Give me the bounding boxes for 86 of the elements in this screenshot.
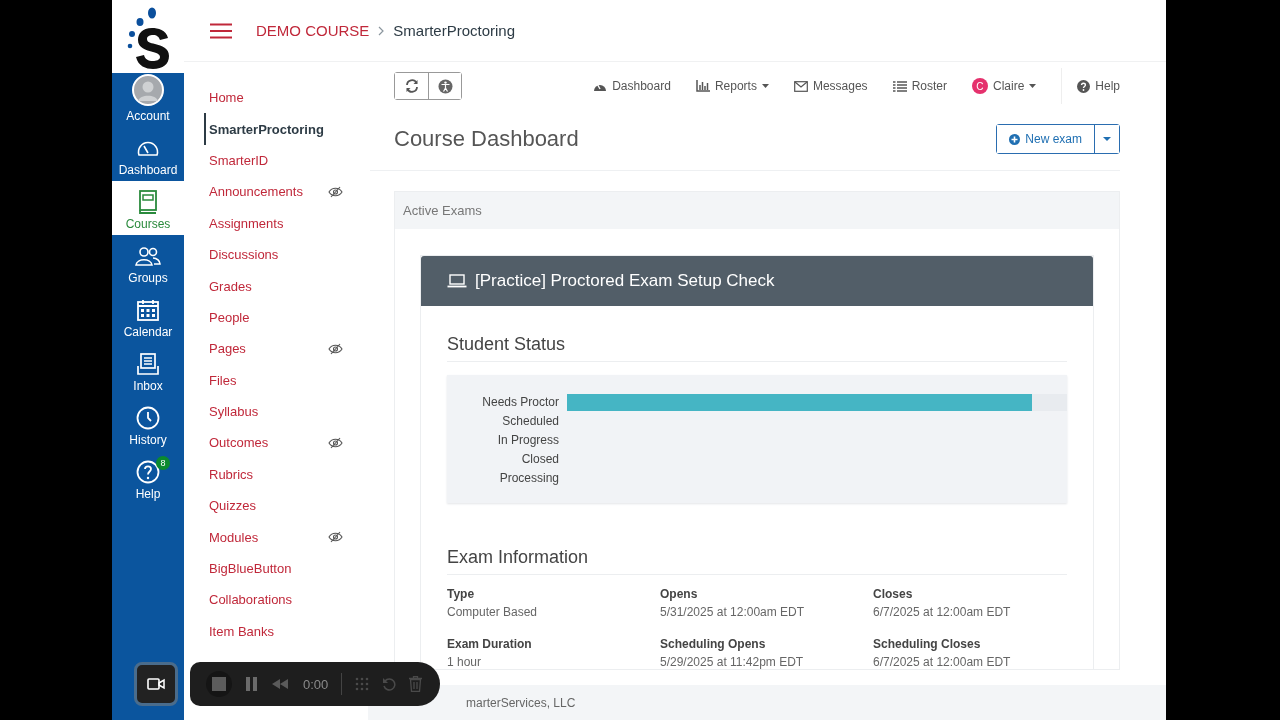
course-nav-link[interactable]: SmarterID <box>204 144 370 177</box>
course-nav-link[interactable]: Outcomes <box>204 427 370 459</box>
info-label: Scheduling Opens <box>660 637 767 651</box>
course-nav-link[interactable]: Announcements <box>204 176 370 208</box>
course-nav-link[interactable]: SmarterProctoring <box>204 113 370 145</box>
info-value: 6/7/2025 at 12:00am EDT <box>873 655 1012 669</box>
global-nav-item[interactable]: 8 Help <box>112 451 184 505</box>
course-nav-link[interactable]: Collaborations <box>204 584 370 616</box>
section-heading: Exam Information <box>447 547 1067 575</box>
info-value: Computer Based <box>447 605 539 619</box>
panel-title: Active Exams <box>403 203 482 218</box>
course-nav-link[interactable]: People <box>204 301 370 334</box>
accessibility-button[interactable] <box>428 73 461 99</box>
nav-link[interactable]: C Claire <box>971 78 1037 94</box>
nav-link[interactable]: Reports <box>695 79 769 93</box>
global-nav-item[interactable]: History <box>112 397 184 451</box>
course-nav-link[interactable]: BigBlueButton <box>204 552 370 585</box>
course-nav-link[interactable]: Syllabus <box>204 395 370 428</box>
envelope-icon <box>793 80 808 92</box>
course-nav-link[interactable]: Modules <box>204 521 370 553</box>
course-nav-link[interactable]: Assignments <box>204 207 370 239</box>
clock-icon <box>136 406 160 430</box>
global-nav-item[interactable]: Inbox <box>112 343 184 397</box>
book-icon <box>138 190 158 214</box>
global-nav-item[interactable]: Account <box>112 73 184 127</box>
section-heading: Student Status <box>447 334 1067 362</box>
dropdown-button[interactable] <box>1094 125 1119 153</box>
course-nav-link[interactable]: Item Banks <box>204 615 370 648</box>
status-label: Processing <box>498 470 559 485</box>
course-nav-link[interactable]: Files <box>204 364 370 396</box>
nav-link[interactable]: Help <box>1077 79 1120 93</box>
chevron-icon <box>377 25 386 36</box>
nav-link[interactable]: Messages <box>793 79 868 93</box>
breadcrumb-link[interactable]: DEMO COURSE <box>256 22 370 39</box>
info-label: Opens <box>660 587 699 601</box>
info-label: Type <box>447 587 476 601</box>
course-nav-link[interactable]: Pages <box>204 333 370 365</box>
accessibility-icon <box>437 78 453 94</box>
help-icon <box>136 460 160 484</box>
status-label: Closed <box>520 451 559 466</box>
course-nav-link[interactable]: Discussions <box>204 238 370 271</box>
page-title: Course Dashboard <box>394 126 579 152</box>
logo[interactable] <box>112 0 184 73</box>
exam-title: [Practice] Proctored Exam Setup Check <box>475 271 775 291</box>
plus-icon <box>1009 133 1021 145</box>
nav-link[interactable]: Roster <box>892 79 947 93</box>
info-value: 5/31/2025 at 12:00am EDT <box>660 605 806 619</box>
notification-badge: 8 <box>156 456 170 470</box>
info-value: 6/7/2025 at 12:00am EDT <box>873 605 1012 619</box>
stop-button[interactable] <box>206 671 232 697</box>
breadcrumb-link[interactable]: SmarterProctoring <box>393 22 516 39</box>
rewind-icon[interactable] <box>272 679 290 689</box>
course-nav-link[interactable]: Quizzes <box>204 490 370 522</box>
nav-link[interactable]: Dashboard <box>593 79 671 93</box>
global-nav-item[interactable]: Groups <box>112 235 184 289</box>
course-nav-link[interactable]: Home <box>204 82 370 114</box>
avatar-icon <box>132 74 164 106</box>
global-nav-item[interactable]: Calendar <box>112 289 184 343</box>
info-label: Exam Duration <box>447 637 533 651</box>
course-nav-link[interactable]: Grades <box>204 270 370 302</box>
inbox-icon <box>137 353 159 375</box>
calendar-icon <box>137 299 159 321</box>
list-icon <box>892 80 907 92</box>
status-label: In Progress <box>496 433 559 447</box>
info-value: 5/29/2025 at 11:42pm EDT <box>660 655 805 669</box>
caret-icon <box>1103 137 1111 141</box>
course-nav-link[interactable]: Rubrics <box>204 458 370 491</box>
menu-icon[interactable] <box>210 22 232 39</box>
status-label: Scheduled <box>501 414 559 429</box>
info-label: Closes <box>873 587 914 601</box>
bar-chart-icon <box>695 80 710 92</box>
pause-icon[interactable] <box>245 677 259 691</box>
info-value: 1 hour <box>447 655 483 669</box>
global-nav-item[interactable]: Courses <box>112 181 184 235</box>
people-icon <box>135 246 161 266</box>
laptop-icon <box>447 274 467 288</box>
camera-button[interactable] <box>134 662 178 706</box>
status-label: Needs Proctor <box>481 395 559 410</box>
info-label: Scheduling Closes <box>873 637 982 651</box>
video-camera-icon <box>147 677 165 691</box>
recording-time: 0:00 <box>303 676 329 692</box>
user-avatar: C <box>971 78 988 94</box>
copyright-text: marterServices, LLC <box>466 695 576 710</box>
help-icon <box>1077 79 1091 93</box>
refresh-icon <box>404 79 419 93</box>
global-nav-item[interactable]: Dashboard <box>112 127 184 181</box>
